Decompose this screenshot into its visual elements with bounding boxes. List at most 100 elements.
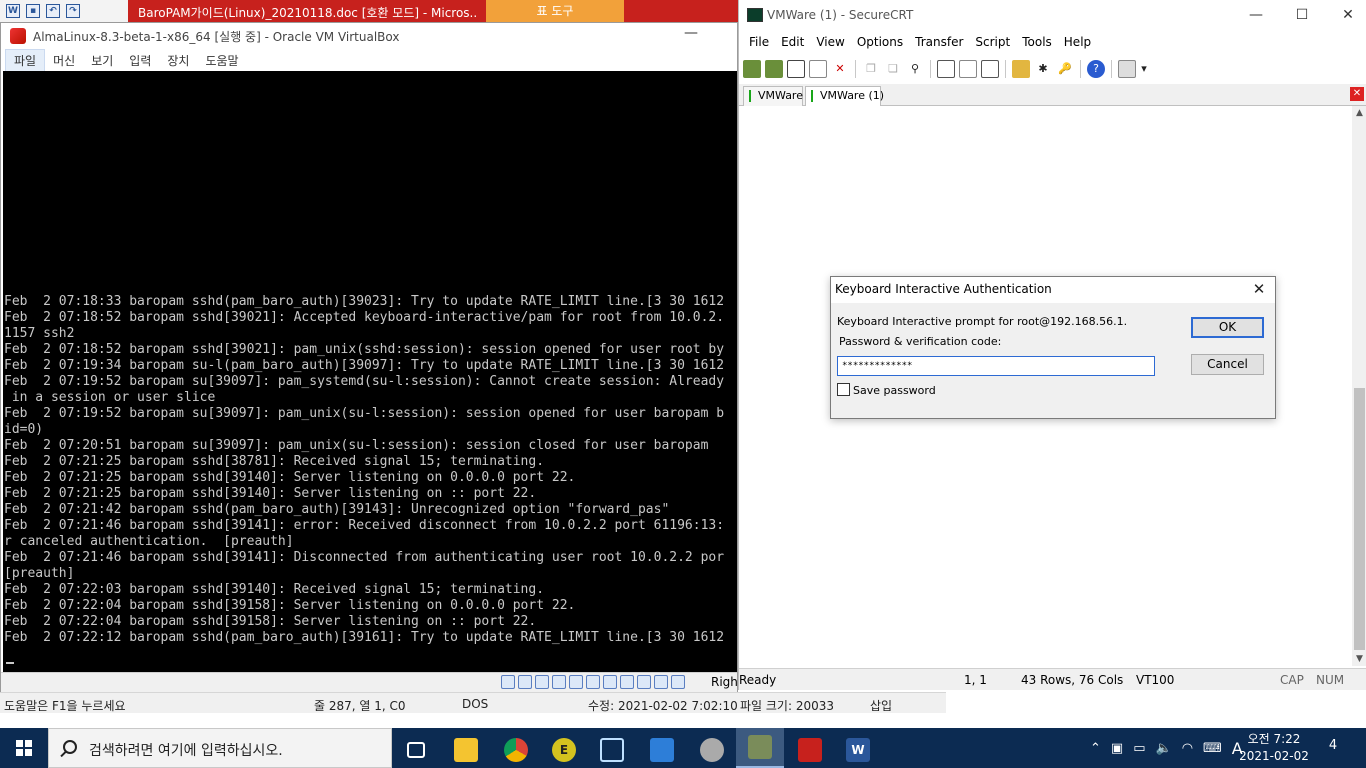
scrollbar-thumb[interactable] [1354,388,1365,650]
taskbar-app-editplus[interactable]: E [540,732,588,768]
network-icon[interactable] [552,675,566,689]
start-button[interactable] [0,728,48,768]
word-context-tab[interactable]: 표 도구 [486,0,624,22]
usb-icon[interactable] [569,675,583,689]
mouse-integration-icon[interactable] [654,675,668,689]
dialog-titlebar[interactable]: Keyboard Interactive Authentication ✕ [831,277,1275,303]
terminal-line: Feb 2 07:19:34 baropam su-l(pam_baro_aut… [4,358,725,373]
close-tab-icon[interactable]: ✕ [1350,87,1364,101]
display-icon[interactable] [603,675,617,689]
taskbar-search-box[interactable]: 검색하려면 여기에 입력하십시오. [48,728,392,768]
quick-connect-icon[interactable] [765,60,783,78]
battery-icon[interactable]: ▭ [1133,741,1145,756]
menu-script[interactable]: Script [971,33,1018,55]
print-icon[interactable] [981,60,999,78]
shared-folder-icon[interactable] [586,675,600,689]
menu-help[interactable]: Help [1060,33,1099,55]
keymap-icon[interactable]: 🔑 [1056,60,1074,78]
print-selection-icon[interactable] [959,60,977,78]
menu-options[interactable]: Options [853,33,911,55]
sftp-icon[interactable] [1118,60,1136,78]
virtualbox-titlebar[interactable]: AlmaLinux-8.3-beta-1-x86_64 [실행 중] - Ora… [1,23,737,49]
save-icon[interactable]: ▪ [26,4,40,18]
undo-icon[interactable]: ↶ [46,4,60,18]
taskbar-app-chrome[interactable] [492,732,540,768]
tray-overflow-icon[interactable]: ⌃ [1090,741,1101,756]
tab-vmware-1[interactable]: VMWare (1) [805,86,884,106]
terminal-cursor [6,662,14,664]
task-view-button[interactable] [392,732,440,768]
audio-icon[interactable] [535,675,549,689]
dialog-close-button[interactable]: ✕ [1249,279,1269,299]
menu-view[interactable]: View [812,33,852,55]
securecrt-titlebar[interactable]: VMWare (1) - SecureCRT — ☐ ✕ [739,0,1366,30]
folder-icon [454,738,478,762]
cancel-button[interactable]: Cancel [1191,354,1264,375]
terminal-line: Feb 2 07:18:33 baropam sshd(pam_baro_aut… [4,294,725,309]
menu-tools[interactable]: Tools [1018,33,1060,55]
notification-center-button[interactable]: 4 [1322,738,1344,758]
status-caps-lock: CAP [1280,673,1304,687]
menu-transfer[interactable]: Transfer [911,33,971,55]
menu-view[interactable]: 보기 [83,50,121,71]
terminal-line: Feb 2 07:19:52 baropam su[39097]: pam_un… [4,406,725,421]
word-statusbar: 도움말은 F1을 누르세요 줄 287, 열 1, C0 DOS 수정: 202… [0,692,946,713]
maximize-button[interactable]: ☐ [1287,4,1317,26]
minimize-button[interactable]: — [681,25,701,45]
reconnect-icon[interactable] [809,60,827,78]
close-button[interactable]: ✕ [1333,4,1363,26]
connect-in-tab-icon[interactable] [787,60,805,78]
cpu-icon[interactable] [637,675,651,689]
taskbar-app-securecrt[interactable] [736,728,784,768]
menu-devices[interactable]: 장치 [159,50,197,71]
find-icon[interactable]: ⚲ [906,60,924,78]
hard-disk-icon[interactable] [501,675,515,689]
disconnect-icon[interactable]: ✕ [831,60,849,78]
menu-machine[interactable]: 머신 [45,50,83,71]
volume-icon[interactable]: 🔈 [1156,741,1172,756]
session-status-indicator [749,90,751,102]
taskbar-app-word[interactable]: W [834,732,882,768]
menu-help[interactable]: 도움말 [197,50,246,71]
menu-input[interactable]: 입력 [121,50,159,71]
scroll-up-icon[interactable]: ▲ [1352,108,1366,118]
redo-icon[interactable]: ↷ [66,4,80,18]
securecrt-title: VMWare (1) - SecureCRT [767,8,914,22]
tray-app-icon[interactable]: ▣ [1111,741,1123,756]
copy-icon[interactable]: ❐ [862,60,880,78]
password-input[interactable] [837,356,1155,376]
global-options-icon[interactable]: ✱ [1034,60,1052,78]
scroll-down-icon[interactable]: ▼ [1352,654,1366,664]
menu-edit[interactable]: Edit [777,33,812,55]
word-logo-icon: W [6,4,20,18]
optical-drive-icon[interactable] [518,675,532,689]
ok-button[interactable]: OK [1191,317,1264,338]
terminal-line: Feb 2 07:19:52 baropam su[39097]: pam_sy… [4,374,725,389]
taskbar-app-virtualbox-manager[interactable] [588,732,636,768]
connect-icon[interactable] [743,60,761,78]
taskbar-clock[interactable]: 오전 7:22 2021-02-02 [1232,731,1316,765]
save-password-checkbox[interactable] [837,383,850,396]
status-insert-mode[interactable]: 삽입 [870,697,892,714]
keyboard-icon[interactable] [671,675,685,689]
taskbar-app-file-explorer[interactable] [442,732,490,768]
wifi-icon[interactable]: ◠ [1182,741,1193,756]
tab-vmware[interactable]: VMWare [743,86,803,106]
terminal-scrollbar[interactable]: ▲ ▼ [1352,106,1366,666]
menu-file[interactable]: File [745,33,777,55]
save-password-label[interactable]: Save password [853,384,936,397]
toolbar-overflow-icon[interactable]: ▾ [1140,60,1148,78]
session-options-icon[interactable] [1012,60,1030,78]
keyboard-layout-icon[interactable]: ⌨ [1203,741,1222,756]
menu-file[interactable]: 파일 [5,48,46,72]
taskbar-app-virtualbox[interactable] [786,732,834,768]
print-screen-icon[interactable] [937,60,955,78]
help-icon[interactable]: ? [1087,60,1105,78]
recording-icon[interactable] [620,675,634,689]
vm-console-screen[interactable]: Feb 2 07:18:33 baropam sshd(pam_baro_aut… [3,71,737,672]
securecrt-toolbar: ✕ ❐ ❏ ⚲ ✱ 🔑 ? ▾ [743,58,1148,80]
paste-icon[interactable]: ❏ [884,60,902,78]
taskbar-app-utility[interactable] [688,732,736,768]
taskbar-app-network-tool[interactable] [638,732,686,768]
minimize-button[interactable]: — [1241,4,1271,26]
